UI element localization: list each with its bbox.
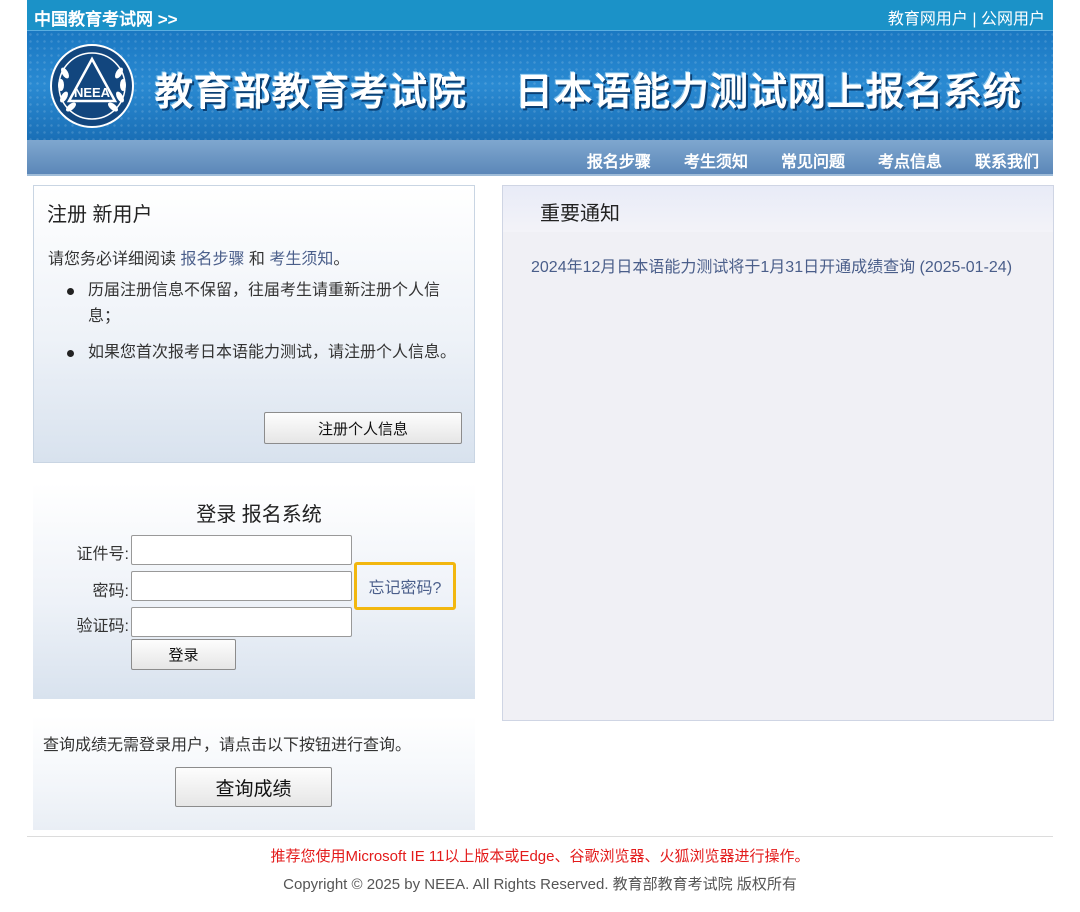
query-text: 查询成绩无需登录用户，请点击以下按钮进行查询。 xyxy=(43,737,412,754)
forgot-password-link[interactable]: 忘记密码? xyxy=(354,562,456,610)
copyright: Copyright © 2025 by NEEA. All Rights Res… xyxy=(283,876,797,893)
notice-item[interactable]: 2024年12月日本语能力测试将于1月31日开通成绩查询 (2025-01-24… xyxy=(531,253,1012,277)
nav-item-contact[interactable]: 联系我们 xyxy=(975,148,1039,172)
register-title: 注册 新用户 xyxy=(47,204,153,226)
intro-prefix: 请您务必详细阅读 xyxy=(48,251,181,268)
password-input[interactable] xyxy=(131,571,352,601)
nav-item-notice[interactable]: 考生须知 xyxy=(684,148,748,172)
header-banner: NEEA 教育部教育考试院 日本语能力测试网上报名系统 xyxy=(27,30,1053,140)
banner-title-system: 日本语能力测试网上报名系统 xyxy=(515,70,1023,114)
captcha-input[interactable] xyxy=(131,607,352,637)
intro-and: 和 xyxy=(244,251,270,268)
site-home-link[interactable]: 中国教育考试网 >> xyxy=(34,5,178,30)
password-label: 密码: xyxy=(92,583,129,600)
logo-text: NEEA xyxy=(74,85,111,100)
public-user-link[interactable]: 公网用户 xyxy=(981,11,1045,28)
register-button[interactable]: 注册个人信息 xyxy=(264,412,462,444)
nav-item-steps[interactable]: 报名步骤 xyxy=(587,148,651,172)
score-query-panel: 查询成绩无需登录用户，请点击以下按钮进行查询。 查询成绩 xyxy=(33,716,475,830)
query-score-button[interactable]: 查询成绩 xyxy=(175,767,332,807)
id-number-input[interactable] xyxy=(131,535,352,565)
nav-item-faq[interactable]: 常见问题 xyxy=(781,148,845,172)
intro-suffix: 。 xyxy=(333,251,350,268)
notice-header: 重要通知 xyxy=(503,186,1053,232)
nav-items: 报名步骤 考生须知 常见问题 考点信息 联系我们 xyxy=(587,148,1039,172)
main-nav: 报名步骤 考生须知 常见问题 考点信息 联系我们 xyxy=(27,140,1053,176)
user-type-links: 教育网用户 | 公网用户 xyxy=(888,5,1045,29)
id-label: 证件号: xyxy=(76,546,129,563)
edu-user-link[interactable]: 教育网用户 xyxy=(888,11,968,28)
neea-logo: NEEA xyxy=(50,44,134,128)
register-panel: 注册 新用户 请您务必详细阅读 报名步骤 和 考生须知。 历届注册信息不保留，往… xyxy=(33,185,475,463)
login-button[interactable]: 登录 xyxy=(131,639,236,670)
captcha-label: 验证码: xyxy=(76,618,129,635)
list-item: 如果您首次报考日本语能力测试，请注册个人信息。 xyxy=(48,340,458,366)
user-separator: | xyxy=(972,11,977,28)
register-bullets: 历届注册信息不保留，往届考生请重新注册个人信息； 如果您首次报考日本语能力测试，… xyxy=(48,278,458,376)
register-intro: 请您务必详细阅读 报名步骤 和 考生须知。 xyxy=(48,245,349,269)
browser-tip: 推荐您使用Microsoft IE 11以上版本或Edge、谷歌浏览器、火狐浏览… xyxy=(270,848,810,865)
notice-link[interactable]: 考生须知 xyxy=(269,251,333,268)
notice-panel: 重要通知 2024年12月日本语能力测试将于1月31日开通成绩查询 (2025-… xyxy=(502,185,1054,721)
steps-link[interactable]: 报名步骤 xyxy=(180,251,244,268)
footer-divider xyxy=(27,836,1053,837)
list-item: 历届注册信息不保留，往届考生请重新注册个人信息； xyxy=(48,278,458,330)
login-panel: 登录 报名系统 证件号: 密码: 忘记密码? 验证码: 登录 xyxy=(33,483,475,699)
login-title: 登录 报名系统 xyxy=(196,504,322,526)
top-bar: 中国教育考试网 >> 教育网用户 | 公网用户 xyxy=(27,0,1053,30)
notice-title: 重要通知 xyxy=(540,203,620,225)
banner-title-org: 教育部教育考试院 xyxy=(155,70,468,114)
nav-item-test-sites[interactable]: 考点信息 xyxy=(878,148,942,172)
